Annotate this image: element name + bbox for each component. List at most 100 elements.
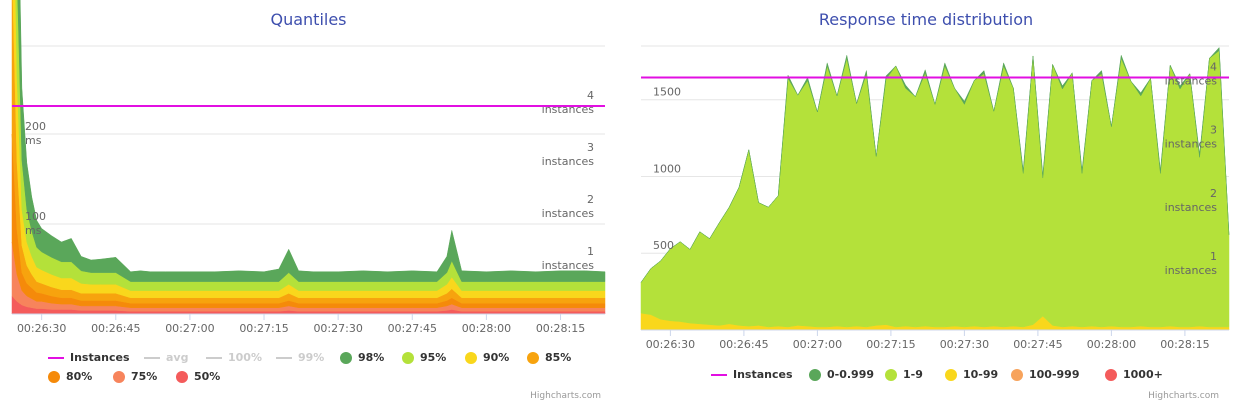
chart-1-x-tick-label: 00:27:15 xyxy=(866,338,915,351)
legend-item-instances[interactable]: Instances xyxy=(711,368,793,381)
chart-0-y2-tick-label: 4 xyxy=(587,89,594,102)
chart-0-y2-tick-label: 2 xyxy=(587,193,594,206)
chart-1-y-tick-label: 1000 xyxy=(653,162,681,175)
response-time-chart-title: Response time distribution xyxy=(818,10,1034,29)
legend-symbol-icon xyxy=(527,351,539,364)
legend-label: 85% xyxy=(545,351,572,364)
quantiles-chart-panel: 00:26:30 00:26:45 00:27:00 00:27:15 00:27:30… xyxy=(0,0,617,411)
chart-0-x-tick-label: 00:26:30 xyxy=(17,322,66,335)
legend-item-99-[interactable]: 99% xyxy=(276,351,324,364)
legend-symbol-icon xyxy=(206,356,222,359)
chart-1-x-tick-label: 00:27:45 xyxy=(1013,338,1062,351)
legend-item-100-[interactable]: 100% xyxy=(206,351,262,364)
chart-0-y2-tick-label: 1 xyxy=(587,245,594,258)
legend-label: Instances xyxy=(733,368,793,381)
response-time-credits-link[interactable]: Highcharts.com xyxy=(1148,391,1219,401)
series-area-95% xyxy=(15,0,606,291)
legend-label: avg xyxy=(166,351,189,364)
quantiles-chart: 00:26:30 00:26:45 00:27:00 00:27:15 00:27:30… xyxy=(11,0,606,335)
legend-item-avg[interactable]: avg xyxy=(144,351,188,364)
chart-1-x-tick-label: 00:26:45 xyxy=(719,338,768,351)
legend-item-100-999[interactable]: 100-999 xyxy=(1011,368,1080,381)
legend-label: 95% xyxy=(420,351,447,364)
legend-item-85-[interactable]: 85% xyxy=(527,351,571,364)
chart-1-x-tick-label: 00:27:30 xyxy=(940,338,989,351)
legend-symbol-icon xyxy=(48,356,64,359)
legend-symbol-icon xyxy=(48,370,60,383)
legend-label: 98% xyxy=(358,351,385,364)
legend-item-75-[interactable]: 75% xyxy=(113,370,157,383)
chart-0-x-tick-label: 00:27:15 xyxy=(239,322,288,335)
legend-label: 10-99 xyxy=(963,368,999,381)
legend-label: 90% xyxy=(483,351,510,364)
chart-1-y2-tick-label: 2 xyxy=(1210,187,1217,200)
legend-label: 99% xyxy=(298,351,325,364)
legend-item-90-[interactable]: 90% xyxy=(465,351,509,364)
chart-0-y-tick-label: 100 xyxy=(25,210,46,223)
chart-1-y2-tick-unit: instances xyxy=(1165,75,1218,88)
chart-0-x-tick-label: 00:27:45 xyxy=(388,322,437,335)
legend-symbol-icon xyxy=(176,370,188,383)
chart-0-y2-tick-label: 3 xyxy=(587,141,594,154)
legend-item-1000-[interactable]: 1000+ xyxy=(1105,368,1163,381)
series-area-85% xyxy=(11,0,606,304)
legend-item-98-[interactable]: 98% xyxy=(340,351,384,364)
chart-1-y2-tick-label: 1 xyxy=(1210,250,1217,263)
legend-label: 1-9 xyxy=(903,368,923,381)
quantiles-credits-link[interactable]: Highcharts.com xyxy=(530,391,601,401)
legend-item-80-[interactable]: 80% xyxy=(48,370,92,383)
legend-label: 50% xyxy=(194,370,221,383)
chart-1-x-tick-label: 00:26:30 xyxy=(646,338,695,351)
series-area-1-9 xyxy=(640,50,1230,328)
legend-symbol-icon xyxy=(340,351,352,364)
legend-item-instances[interactable]: Instances xyxy=(48,351,130,364)
chart-1-y2-tick-label: 4 xyxy=(1210,61,1217,74)
chart-1-y2-tick-unit: instances xyxy=(1165,264,1218,277)
legend-label: 100% xyxy=(228,351,262,364)
chart-0-y-tick-unit: ms xyxy=(25,134,42,147)
legend-symbol-icon xyxy=(945,368,957,381)
legend-item-95-[interactable]: 95% xyxy=(402,351,446,364)
legend-symbol-icon xyxy=(1011,368,1023,381)
chart-0-y2-tick-unit: instances xyxy=(542,155,595,168)
legend-symbol-icon xyxy=(885,368,897,381)
legend-label: 80% xyxy=(66,370,93,383)
legend-symbol-icon xyxy=(1105,368,1117,381)
series-area-98% xyxy=(17,0,606,282)
chart-1-y2-tick-unit: instances xyxy=(1165,201,1218,214)
chart-1-x-tick-label: 00:27:00 xyxy=(793,338,842,351)
chart-0-x-tick-label: 00:28:00 xyxy=(462,322,511,335)
legend-symbol-icon xyxy=(276,356,292,359)
chart-1-y2-tick-unit: instances xyxy=(1165,138,1218,151)
chart-0-y2-tick-unit: instances xyxy=(542,103,595,116)
legend-item-0-0-999[interactable]: 0-0.999 xyxy=(809,368,874,381)
chart-0-x-tick-label: 00:26:45 xyxy=(91,322,140,335)
chart-0-y2-tick-unit: instances xyxy=(542,207,595,220)
chart-1-y2-tick-label: 3 xyxy=(1210,124,1217,137)
chart-0-y2-tick-unit: instances xyxy=(542,259,595,272)
legend-item-1-9[interactable]: 1-9 xyxy=(885,368,923,381)
response-time-chart-panel: 00:26:30 00:26:45 00:27:00 00:27:15 00:27:30… xyxy=(617,0,1235,411)
legend-item-10-99[interactable]: 10-99 xyxy=(945,368,998,381)
legend-symbol-icon xyxy=(402,351,414,364)
legend-symbol-icon xyxy=(711,373,727,376)
quantiles-chart-title: Quantiles xyxy=(270,10,347,29)
legend-label: Instances xyxy=(70,351,130,364)
response-time-chart: 00:26:30 00:26:45 00:27:00 00:27:15 00:27:30… xyxy=(640,45,1230,351)
legend-label: 1000+ xyxy=(1123,368,1163,381)
chart-1-x-tick-label: 00:28:00 xyxy=(1087,338,1136,351)
chart-0-x-tick-label: 00:27:00 xyxy=(165,322,214,335)
legend-symbol-icon xyxy=(465,351,477,364)
legend-symbol-icon xyxy=(809,368,821,381)
legend-symbol-icon xyxy=(144,356,160,359)
legend-item-50-[interactable]: 50% xyxy=(176,370,220,383)
chart-0-x-tick-label: 00:27:30 xyxy=(313,322,362,335)
legend-label: 75% xyxy=(131,370,158,383)
chart-1-y-tick-label: 500 xyxy=(653,239,674,252)
legend-label: 100-999 xyxy=(1029,368,1080,381)
legend-symbol-icon xyxy=(113,370,125,383)
chart-0-y-tick-label: 200 xyxy=(25,120,46,133)
chart-0-x-tick-label: 00:28:15 xyxy=(536,322,585,335)
series-area-90% xyxy=(12,0,606,299)
legend-label: 0-0.999 xyxy=(827,368,875,381)
